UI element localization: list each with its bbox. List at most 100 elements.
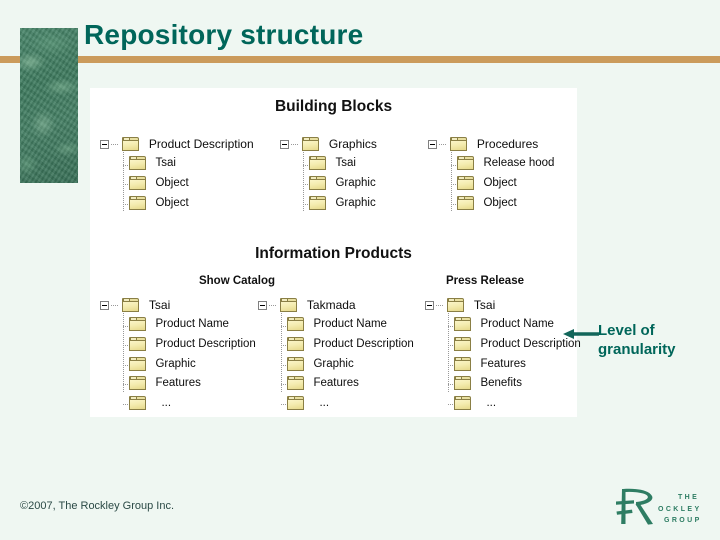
tree-child-row[interactable]: Features: [100, 374, 256, 394]
tree-node-label: Product Name: [313, 318, 387, 331]
collapse-toggle-icon[interactable]: [100, 140, 109, 149]
collapse-toggle-icon[interactable]: [258, 301, 267, 310]
tree-root-row[interactable]: Tsai: [100, 296, 256, 316]
marble-decoration-block: [20, 28, 78, 183]
svg-text:THE: THE: [678, 494, 699, 501]
tree-child-row[interactable]: Product Name: [425, 316, 581, 336]
tree-node-label: Tsai: [155, 157, 176, 170]
tree-node-label: Procedures: [476, 136, 539, 151]
tree-child-row[interactable]: Object: [428, 174, 554, 194]
tree-information-products-2: Takmada Product Name Product Description…: [258, 296, 414, 414]
annotation-line-2: granularity: [598, 341, 676, 358]
collapse-toggle-icon[interactable]: [280, 140, 289, 149]
tree-node-label: Tsai: [335, 157, 356, 170]
folder-icon: [287, 356, 304, 371]
collapse-toggle-icon[interactable]: [425, 301, 434, 310]
title-underline-rule: [0, 56, 720, 63]
folder-icon: [454, 395, 471, 410]
folder-icon: [280, 297, 298, 312]
folder-icon: [287, 336, 304, 351]
tree-root-row[interactable]: Takmada: [258, 296, 414, 316]
tree-child-row[interactable]: Object: [100, 174, 254, 194]
tree-node-label: Product Name: [155, 318, 229, 331]
tree-root-row[interactable]: Product Description: [100, 135, 254, 155]
tree-root-row[interactable]: Graphics: [280, 135, 377, 155]
tree-child-row[interactable]: Graphic: [280, 174, 377, 194]
tree-building-blocks-1: Product Description Tsai Object Object: [100, 135, 254, 213]
collapse-toggle-icon[interactable]: [428, 140, 437, 149]
folder-icon: [287, 376, 304, 391]
tree-connector: [111, 305, 118, 306]
tree-node-label: Benefits: [480, 377, 523, 390]
tree-child-row[interactable]: Object: [428, 194, 554, 214]
tree-node-label: Takmada: [306, 297, 356, 312]
tree-child-row[interactable]: Product Description: [100, 335, 256, 355]
section-heading-information-products: Information Products: [255, 245, 412, 262]
tree-building-blocks-3: Procedures Release hood Object Object: [428, 135, 554, 213]
tree-connector: [111, 144, 118, 145]
tree-child-row[interactable]: Object: [100, 194, 254, 214]
tree-child-row[interactable]: Product Description: [258, 335, 414, 355]
folder-icon: [129, 336, 146, 351]
tree-child-row[interactable]: Features: [258, 374, 414, 394]
group-heading-press-release: Press Release: [445, 275, 524, 287]
tree-child-row[interactable]: Tsai: [280, 155, 377, 175]
tree-node-label: Tsai: [148, 297, 171, 312]
folder-icon: [457, 195, 474, 210]
tree-node-label: Product Description: [148, 136, 254, 151]
folder-icon: [129, 175, 146, 190]
svg-text:OCKLEY: OCKLEY: [658, 506, 702, 513]
tree-node-label: Features: [155, 377, 201, 390]
tree-node-label: Product Description: [313, 337, 414, 350]
folder-icon: [122, 297, 140, 312]
tree-child-row[interactable]: ...: [425, 394, 581, 414]
collapse-toggle-icon[interactable]: [100, 301, 109, 310]
svg-text:GROUP: GROUP: [664, 517, 702, 524]
folder-icon: [287, 317, 304, 332]
tree-root-row[interactable]: Tsai: [425, 296, 581, 316]
tree-node-label: Product Description: [155, 337, 256, 350]
tree-node-label: Graphic: [335, 196, 376, 209]
folder-icon: [309, 156, 326, 171]
diagram-panel: Building Blocks Product Description Tsai…: [90, 88, 581, 417]
tree-node-label: Tsai: [473, 297, 496, 312]
tree-child-row[interactable]: Graphic: [100, 355, 256, 375]
annotation-arrow-icon: [563, 329, 599, 339]
tree-node-label: Object: [483, 196, 517, 209]
tree-child-row[interactable]: Product Description: [425, 335, 581, 355]
folder-icon: [309, 175, 326, 190]
tree-node-label: Graphic: [155, 357, 196, 370]
tree-node-label: Object: [155, 196, 189, 209]
folder-icon: [129, 376, 146, 391]
folder-icon: [287, 395, 304, 410]
folder-icon: [129, 156, 146, 171]
tree-child-row[interactable]: Benefits: [425, 374, 581, 394]
annotation-level-of-granularity: Level of granularity: [598, 321, 716, 359]
folder-icon: [129, 195, 146, 210]
tree-building-blocks-2: Graphics Tsai Graphic Graphic: [280, 135, 377, 213]
group-heading-show-catalog: Show Catalog: [198, 275, 276, 287]
folder-icon: [129, 317, 146, 332]
tree-child-row[interactable]: Product Name: [100, 316, 256, 336]
tree-root-row[interactable]: Procedures: [428, 135, 554, 155]
tree-connector: [439, 144, 446, 145]
tree-node-label: Features: [480, 357, 526, 370]
tree-child-row[interactable]: ...: [100, 394, 256, 414]
tree-child-row[interactable]: Features: [425, 355, 581, 375]
tree-node-label: Release hood: [483, 157, 555, 170]
tree-child-row[interactable]: Graphic: [258, 355, 414, 375]
folder-icon: [122, 136, 140, 151]
tree-node-label: Features: [313, 377, 359, 390]
tree-node-label: Graphics: [328, 136, 377, 151]
folder-icon: [302, 136, 320, 151]
tree-child-row[interactable]: Product Name: [258, 316, 414, 336]
tree-child-row[interactable]: Release hood: [428, 155, 554, 175]
tree-child-row[interactable]: Tsai: [100, 155, 254, 175]
section-heading-building-blocks: Building Blocks: [274, 98, 393, 115]
tree-node-label: Graphic: [313, 357, 354, 370]
folder-icon: [457, 156, 474, 171]
tree-child-row[interactable]: Graphic: [280, 194, 377, 214]
tree-node-label: ...: [161, 396, 172, 409]
tree-child-row[interactable]: ...: [258, 394, 414, 414]
folder-icon: [309, 195, 326, 210]
